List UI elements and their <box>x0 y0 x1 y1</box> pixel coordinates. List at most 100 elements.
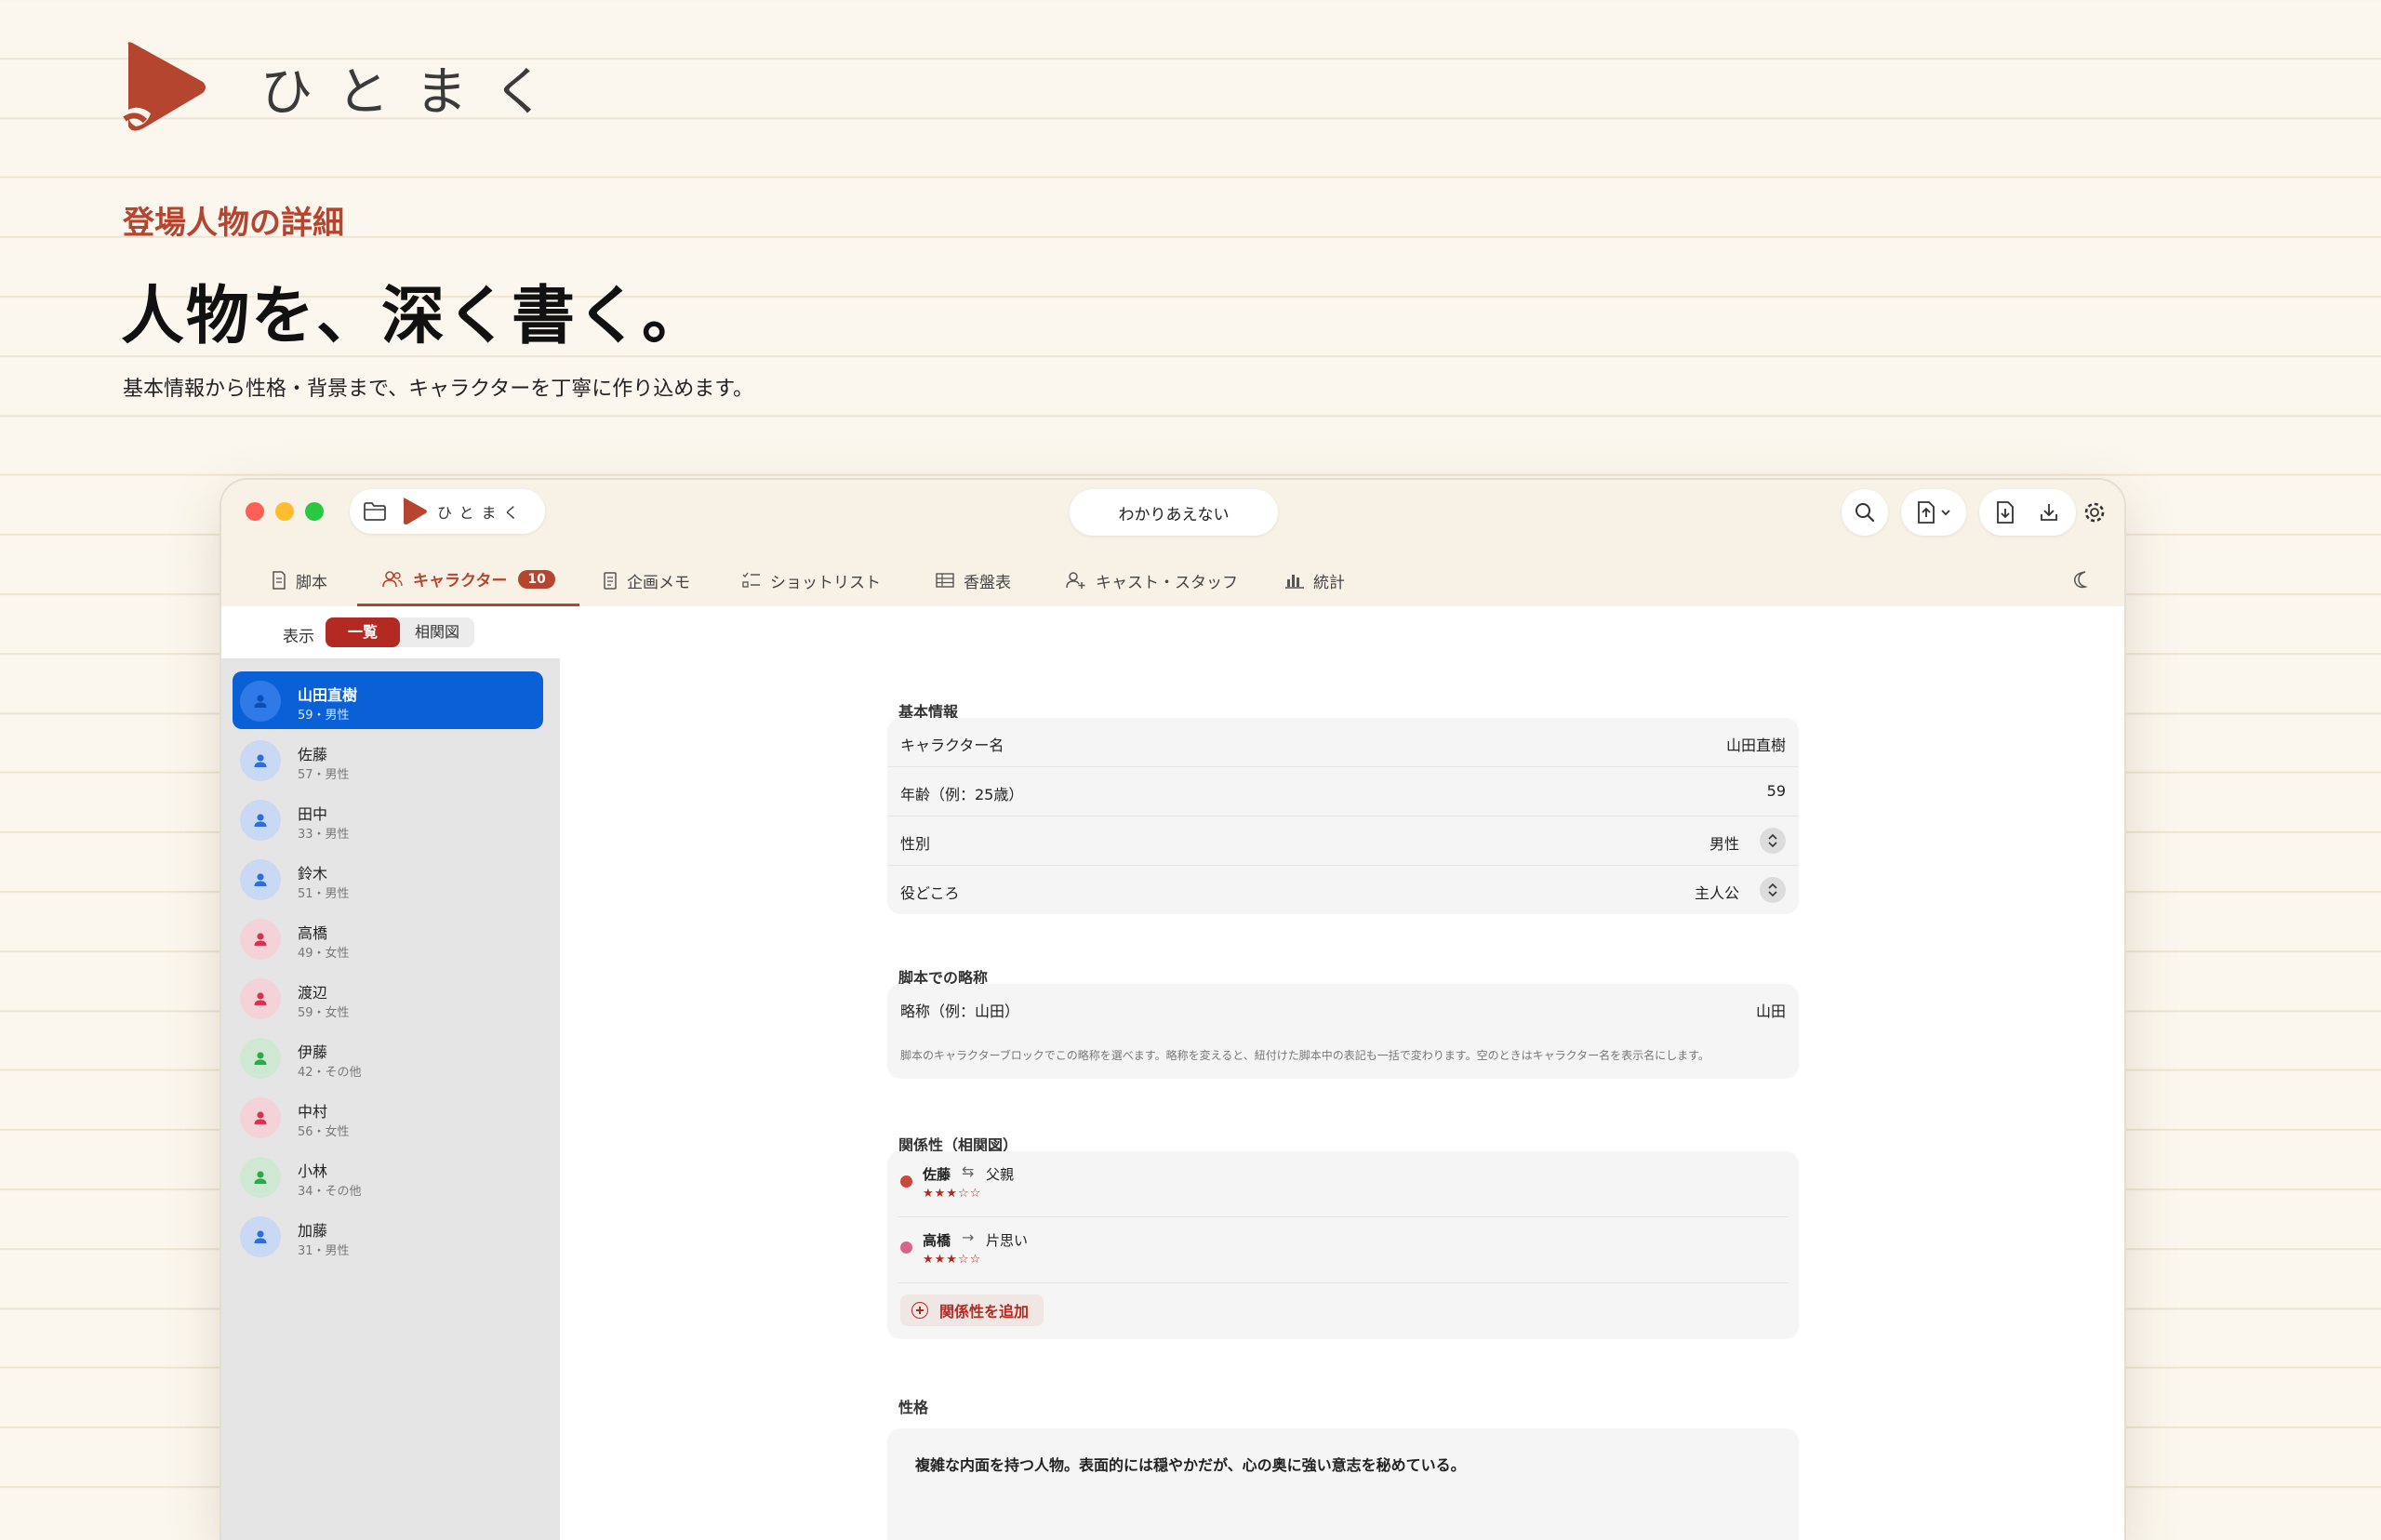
avatar <box>240 1216 281 1257</box>
person-icon <box>254 1230 267 1243</box>
relations-card: 佐藤 ⇆ 父親 ★★★☆☆ 高橋 → 片思い ★★★☆☆ 関係性を追加 <box>887 1151 1799 1339</box>
relation-strength-stars: ★★★☆☆ <box>923 1187 982 1201</box>
abbrev-row[interactable]: 略称（例：山田） 山田 <box>887 984 1799 1032</box>
app-logo-small-icon <box>403 498 427 524</box>
character-list-item[interactable]: 渡辺 59・女性 <box>233 969 543 1027</box>
relation-color-dot <box>900 1241 912 1254</box>
dark-mode-toggle-icon[interactable] <box>2072 569 2093 590</box>
add-relation-button[interactable]: 関係性を追加 <box>900 1294 1044 1326</box>
character-list-item[interactable]: 田中 33・男性 <box>233 790 543 848</box>
personality-card[interactable]: 複雑な内面を持つ人物。表面的には穏やかだが、心の奥に強い意志を秘めている。 <box>887 1428 1799 1540</box>
character-name: 山田直樹 <box>298 686 358 704</box>
abbrev-value[interactable]: 山田 <box>1756 999 1786 1021</box>
tab-planning-memo[interactable]: 企画メモ <box>603 554 690 606</box>
folder-icon[interactable] <box>363 501 387 522</box>
tab-statistics[interactable]: 統計 <box>1285 554 1345 606</box>
import-group <box>1979 489 2076 536</box>
character-meta: 31・男性 <box>298 1244 350 1258</box>
view-label: 表示 <box>283 628 314 646</box>
brand-name: ひとまく <box>260 61 572 123</box>
character-name: 小林 <box>298 1162 328 1180</box>
gender-select-value[interactable]: 男性 <box>1709 831 1739 854</box>
tab-script[interactable]: 脚本 <box>272 554 327 606</box>
role-select-chevron-icon[interactable] <box>1760 877 1786 903</box>
age-row[interactable]: 年齢（例：25歳） 59 <box>887 767 1799 816</box>
app-name: ひとまく <box>437 504 526 522</box>
chevron-down-icon <box>1941 510 1950 516</box>
age-value[interactable]: 59 <box>1767 782 1786 800</box>
tab-characters[interactable]: キャラクター 10 <box>357 554 579 606</box>
tab-shot-list[interactable]: ショットリスト <box>742 554 881 606</box>
person-add-icon <box>1066 572 1085 589</box>
zoom-window-button[interactable] <box>305 502 324 521</box>
person-icon <box>254 754 267 767</box>
relation-item[interactable]: 高橋 → 片思い ★★★☆☆ <box>898 1217 1788 1283</box>
character-list-item[interactable]: 伊藤 42・その他 <box>233 1029 543 1086</box>
character-name: 鈴木 <box>298 865 328 883</box>
role-row[interactable]: 役どころ 主人公 <box>887 866 1799 914</box>
person-icon <box>254 1052 267 1065</box>
character-name: 加藤 <box>298 1222 328 1240</box>
abbrev-note: 脚本のキャラクターブロックでこの略称を選べます。略称を変えると、紐付けた脚本中の… <box>900 1049 1709 1062</box>
download-icon[interactable] <box>2038 501 2060 524</box>
relation-kind: 父親 <box>986 1166 1015 1183</box>
tab-label: 企画メモ <box>627 573 690 592</box>
character-name: 佐藤 <box>298 746 328 763</box>
minimize-window-button[interactable] <box>275 502 294 521</box>
search-icon <box>1856 503 1875 523</box>
tab-label: 香盤表 <box>964 573 1011 592</box>
avatar <box>240 978 281 1019</box>
script-icon <box>273 571 286 590</box>
import-document-icon[interactable] <box>1995 500 2015 524</box>
role-select-value[interactable]: 主人公 <box>1695 881 1739 903</box>
character-meta: 57・男性 <box>298 768 350 782</box>
character-list-item[interactable]: 中村 56・女性 <box>233 1088 543 1146</box>
bar-chart-icon <box>1285 575 1304 589</box>
avatar <box>240 1157 281 1198</box>
tab-schedule[interactable]: 香盤表 <box>936 554 1011 606</box>
project-pill[interactable]: ひとまく <box>350 489 545 534</box>
tab-label: 統計 <box>1313 573 1345 592</box>
character-name: 中村 <box>298 1103 328 1121</box>
one-way-arrow-icon: → <box>962 1228 975 1246</box>
character-count-badge: 10 <box>518 569 555 589</box>
export-menu-button[interactable] <box>1901 489 1966 536</box>
character-list-item[interactable]: 高橋 49・女性 <box>233 909 543 967</box>
tab-label: キャスト・スタッフ <box>1096 573 1238 592</box>
name-row[interactable]: キャラクター名 山田直樹 <box>887 718 1799 767</box>
person-icon <box>254 814 267 827</box>
gender-row[interactable]: 性別 男性 <box>887 816 1799 866</box>
document-title[interactable]: わかりあえない <box>1070 489 1278 536</box>
search-button[interactable] <box>1842 489 1888 536</box>
character-meta: 49・女性 <box>298 947 350 961</box>
hero-lead: 基本情報から性格・背景まで、キャラクターを丁寧に作り込めます。 <box>123 378 754 401</box>
personality-text[interactable]: 複雑な内面を持つ人物。表面的には穏やかだが、心の奥に強い意志を秘めている。 <box>915 1453 1466 1475</box>
view-option-list[interactable]: 一覧 <box>326 617 401 647</box>
person-icon <box>254 933 267 946</box>
hero-headline: 人物を、深く書く。 <box>121 280 708 353</box>
name-value[interactable]: 山田直樹 <box>1726 733 1786 755</box>
settings-button[interactable] <box>2076 489 2113 536</box>
character-list-item[interactable]: 山田直樹 59・男性 <box>233 671 543 729</box>
character-list-item[interactable]: 佐藤 57・男性 <box>233 731 543 789</box>
close-window-button[interactable] <box>246 502 264 521</box>
person-icon <box>254 992 267 1005</box>
personality-title: 性格 <box>898 1399 929 1416</box>
title-bar: ひとまく わかりあえない 脚本 キャラクター 10 企画メモ ショットリスト 香… <box>221 480 2124 607</box>
age-label: 年齢（例：25歳） <box>900 786 1024 803</box>
avatar <box>240 919 281 960</box>
view-option-diagram[interactable]: 相関図 <box>400 617 474 647</box>
character-meta: 51・男性 <box>298 887 350 901</box>
character-list-item[interactable]: 鈴木 51・男性 <box>233 850 543 908</box>
character-list-item[interactable]: 加藤 31・男性 <box>233 1207 543 1265</box>
gender-select-chevron-icon[interactable] <box>1760 828 1786 854</box>
relation-item[interactable]: 佐藤 ⇆ 父親 ★★★☆☆ <box>898 1151 1788 1217</box>
character-meta: 56・女性 <box>298 1125 350 1139</box>
person-icon <box>254 873 267 886</box>
gender-label: 性別 <box>900 835 931 853</box>
relation-color-dot <box>900 1175 912 1188</box>
character-list-item[interactable]: 小林 34・その他 <box>233 1148 543 1205</box>
role-label: 役どころ <box>900 884 960 902</box>
tab-cast-staff[interactable]: キャスト・スタッフ <box>1066 554 1238 606</box>
add-relation-label: 関係性を追加 <box>939 1303 1030 1321</box>
